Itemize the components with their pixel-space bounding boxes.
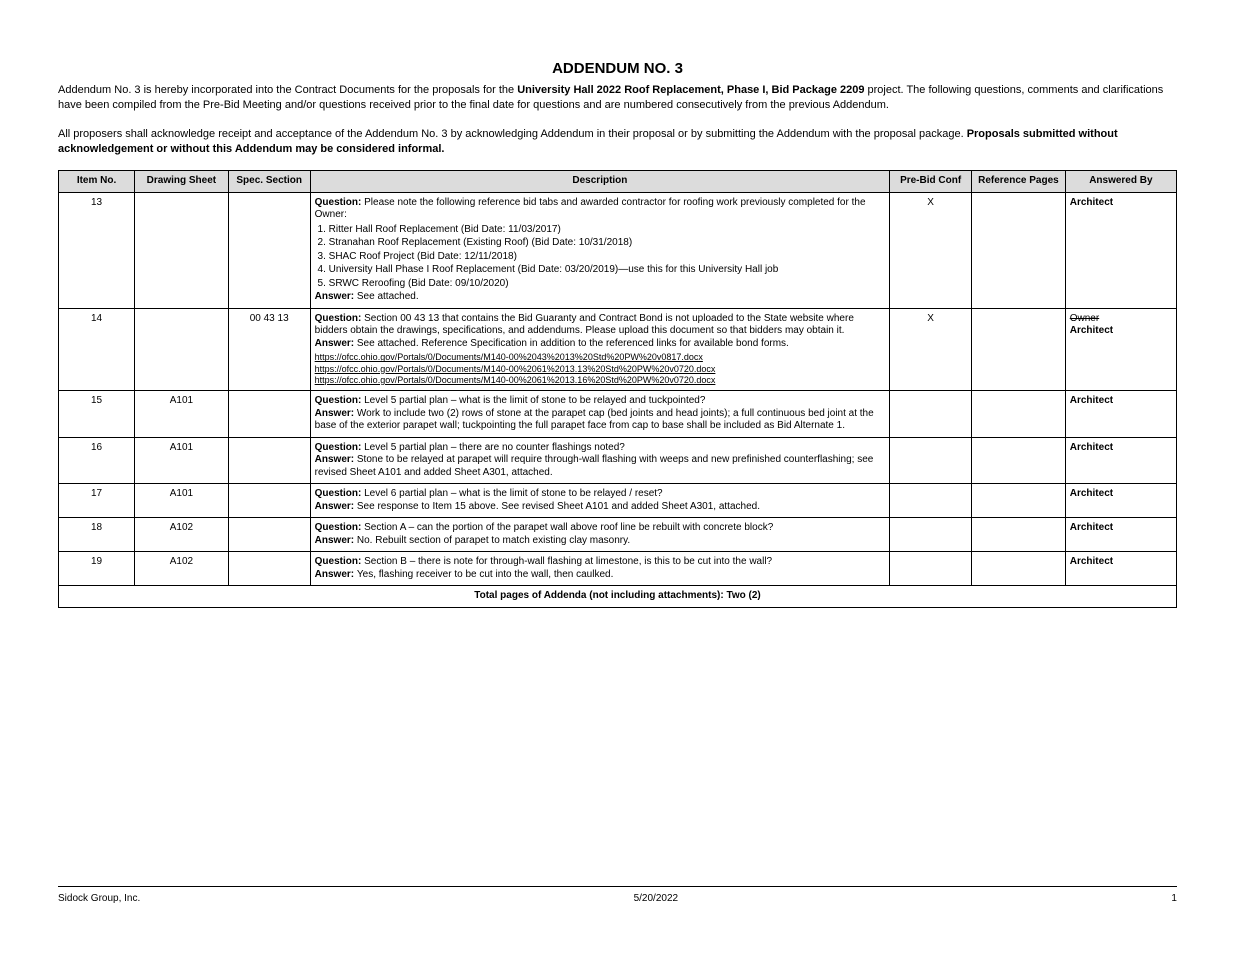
cell-answered-by: Architect — [1065, 552, 1176, 586]
cell-prebid — [890, 484, 972, 518]
cell-item: 14 — [59, 308, 135, 390]
th-prebid: Pre-Bid Conf — [890, 171, 972, 193]
cell-prebid — [890, 518, 972, 552]
footer-center: 5/20/2022 — [634, 893, 679, 904]
cell-prebid: X — [890, 308, 972, 390]
table-header-row: Item No. Drawing Sheet Spec. Section Des… — [59, 171, 1177, 193]
reference-link[interactable]: https://ofcc.ohio.gov/Portals/0/Document… — [315, 352, 703, 362]
cell-item: 18 — [59, 518, 135, 552]
cell-answered-by: Architect — [1065, 391, 1176, 438]
cell-spec — [228, 437, 310, 484]
cell-description: Question: Section B – there is note for … — [310, 552, 890, 586]
cell-description: Question: Please note the following refe… — [310, 192, 890, 308]
table-row: 19A102 Question: Section B – there is not… — [59, 552, 1177, 586]
cell-ref — [972, 192, 1066, 308]
cell-prebid — [890, 552, 972, 586]
cell-description: Question: Section 00 43 13 that contains… — [310, 308, 890, 390]
table-row: 18A102 Question: Section A – can the port… — [59, 518, 1177, 552]
th-drawing: Drawing Sheet — [135, 171, 229, 193]
cell-answered-by: Architect — [1065, 484, 1176, 518]
cell-description: Question: Level 5 partial plan – there a… — [310, 437, 890, 484]
table-row: 17A101 Question: Level 6 partial plan – w… — [59, 484, 1177, 518]
th-item: Item No. — [59, 171, 135, 193]
th-spec: Spec. Section — [228, 171, 310, 193]
preamble-1a: Addendum No. 3 is hereby incorporated in… — [58, 84, 517, 96]
cell-drawing — [135, 308, 229, 390]
preamble-2: All proposers shall acknowledge receipt … — [58, 127, 1177, 157]
total-row: Total pages of Addenda (not including at… — [59, 586, 1177, 608]
cell-prebid — [890, 391, 972, 438]
cell-drawing: A102 — [135, 518, 229, 552]
cell-description: Question: Section A – can the portion of… — [310, 518, 890, 552]
cell-ref — [972, 484, 1066, 518]
table-row: 15A101 Question: Level 5 partial plan – w… — [59, 391, 1177, 438]
preamble-2a: All proposers shall acknowledge receipt … — [58, 128, 967, 140]
cell-spec — [228, 518, 310, 552]
th-desc: Description — [310, 171, 890, 193]
cell-item: 17 — [59, 484, 135, 518]
table-row: 13 Question: Please note the following re… — [59, 192, 1177, 308]
cell-description: Question: Level 5 partial plan – what is… — [310, 391, 890, 438]
table-row: 14 00 43 13Question: Section 00 43 13 tha… — [59, 308, 1177, 390]
footer-left: Sidock Group, Inc. — [58, 893, 140, 904]
reference-link[interactable]: https://ofcc.ohio.gov/Portals/0/Document… — [315, 364, 716, 374]
cell-drawing: A101 — [135, 437, 229, 484]
th-ref: Reference Pages — [972, 171, 1066, 193]
cell-ref — [972, 552, 1066, 586]
cell-answered-by: Architect — [1065, 518, 1176, 552]
preamble-1: Addendum No. 3 is hereby incorporated in… — [58, 83, 1177, 113]
th-ans: Answered By — [1065, 171, 1176, 193]
cell-item: 19 — [59, 552, 135, 586]
cell-ref — [972, 391, 1066, 438]
addendum-table: Item No. Drawing Sheet Spec. Section Des… — [58, 170, 1177, 607]
page-footer: Sidock Group, Inc. 5/20/2022 1 — [58, 886, 1177, 904]
cell-ref — [972, 437, 1066, 484]
cell-drawing — [135, 192, 229, 308]
cell-spec — [228, 391, 310, 438]
cell-answered-by: Architect — [1065, 192, 1176, 308]
cell-spec — [228, 552, 310, 586]
table-row: 16A101 Question: Level 5 partial plan – t… — [59, 437, 1177, 484]
cell-drawing: A101 — [135, 484, 229, 518]
total-label: Total pages of Addenda (not including at… — [59, 586, 1177, 608]
project-name: University Hall 2022 Roof Replacement, P… — [517, 84, 867, 96]
cell-prebid: X — [890, 192, 972, 308]
cell-spec: 00 43 13 — [228, 308, 310, 390]
cell-prebid — [890, 437, 972, 484]
reference-link[interactable]: https://ofcc.ohio.gov/Portals/0/Document… — [315, 375, 716, 385]
cell-item: 16 — [59, 437, 135, 484]
cell-ref — [972, 518, 1066, 552]
cell-drawing: A102 — [135, 552, 229, 586]
cell-description: Question: Level 6 partial plan – what is… — [310, 484, 890, 518]
cell-item: 13 — [59, 192, 135, 308]
cell-item: 15 — [59, 391, 135, 438]
cell-spec — [228, 192, 310, 308]
cell-spec — [228, 484, 310, 518]
page-title: ADDENDUM NO. 3 — [58, 60, 1177, 77]
cell-drawing: A101 — [135, 391, 229, 438]
cell-ref — [972, 308, 1066, 390]
cell-answered-by: Architect — [1065, 437, 1176, 484]
footer-right: 1 — [1171, 893, 1177, 904]
cell-answered-by: OwnerArchitect — [1065, 308, 1176, 390]
